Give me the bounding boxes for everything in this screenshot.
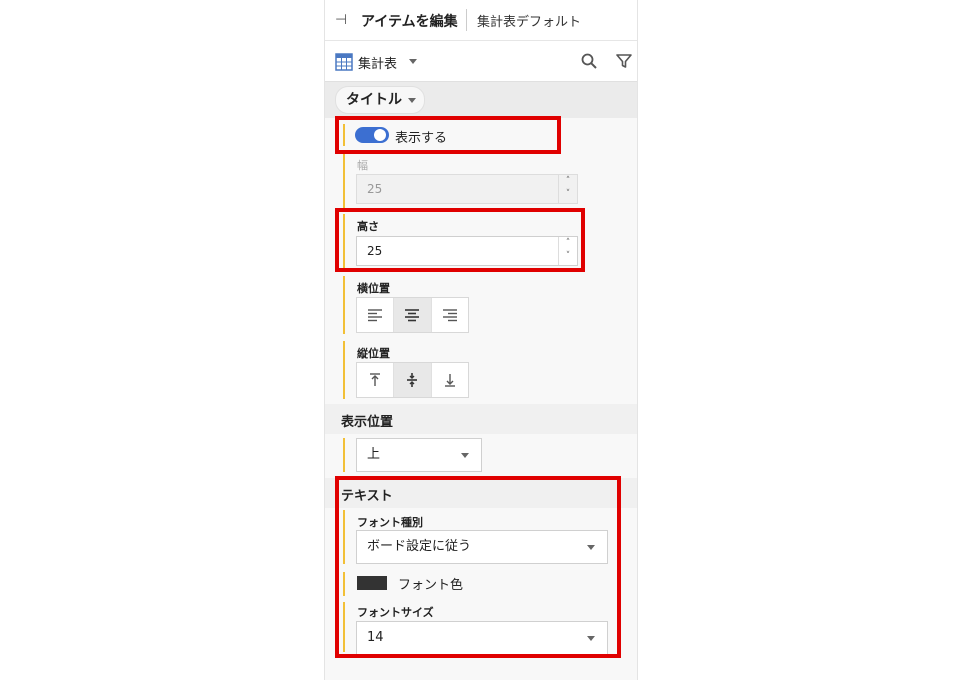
- panel-title: アイテムを編集: [361, 14, 458, 30]
- align-middle-button[interactable]: [394, 363, 432, 397]
- accent-bar: [343, 276, 345, 334]
- section-chip[interactable]: タイトル: [335, 86, 425, 114]
- align-right-icon: [442, 309, 457, 322]
- highlight-box-text: [335, 476, 621, 658]
- align-center-button[interactable]: [394, 298, 432, 332]
- position-section-header: 表示位置: [325, 404, 637, 434]
- h-align-label: 横位置: [357, 282, 390, 295]
- search-icon[interactable]: [581, 53, 597, 69]
- width-stepper[interactable]: ˄ ˅: [558, 175, 577, 203]
- accent-bar: [343, 341, 345, 399]
- v-align-label: 縦位置: [357, 347, 390, 360]
- position-heading: 表示位置: [341, 415, 394, 430]
- table-icon[interactable]: [335, 53, 353, 71]
- width-label: 幅: [357, 159, 368, 172]
- item-type-selector[interactable]: 集計表: [358, 53, 397, 72]
- pin-icon[interactable]: ⊣: [335, 12, 347, 28]
- accent-bar: [343, 438, 345, 472]
- align-center-icon: [405, 309, 420, 322]
- position-select[interactable]: 上: [356, 438, 482, 472]
- h-align-group: [356, 297, 469, 333]
- section-chip-label: タイトル: [346, 92, 402, 108]
- position-value: 上: [367, 447, 381, 462]
- align-right-button[interactable]: [432, 298, 468, 332]
- highlight-box-display: [335, 116, 561, 154]
- accent-bar: [343, 152, 345, 208]
- align-left-icon: [368, 309, 383, 322]
- width-input[interactable]: 25 ˄ ˅: [356, 174, 578, 204]
- width-value: 25: [367, 182, 383, 196]
- align-top-button[interactable]: [357, 363, 395, 397]
- filter-icon[interactable]: [616, 53, 632, 69]
- align-bottom-icon: [444, 374, 455, 387]
- align-top-icon: [370, 373, 381, 386]
- panel-toolbar: 集計表: [325, 41, 637, 82]
- v-align-group: [356, 362, 469, 398]
- chevron-down-icon: [461, 453, 469, 458]
- align-left-button[interactable]: [357, 298, 395, 332]
- highlight-box-height: [335, 208, 585, 272]
- align-bottom-button[interactable]: [432, 363, 468, 397]
- section-selector-bar: タイトル: [325, 82, 637, 118]
- edit-item-panel: ⊣ アイテムを編集 集計表デフォルト 集計表 タイトル 表示する 幅 25 ˄ …: [324, 0, 638, 680]
- panel-subtitle: 集計表デフォルト: [477, 15, 582, 30]
- align-middle-icon: [407, 373, 418, 387]
- chevron-down-icon[interactable]: [409, 59, 417, 64]
- chevron-down-icon: [408, 97, 416, 103]
- header-divider: [466, 9, 467, 31]
- panel-header: ⊣ アイテムを編集 集計表デフォルト: [325, 0, 637, 41]
